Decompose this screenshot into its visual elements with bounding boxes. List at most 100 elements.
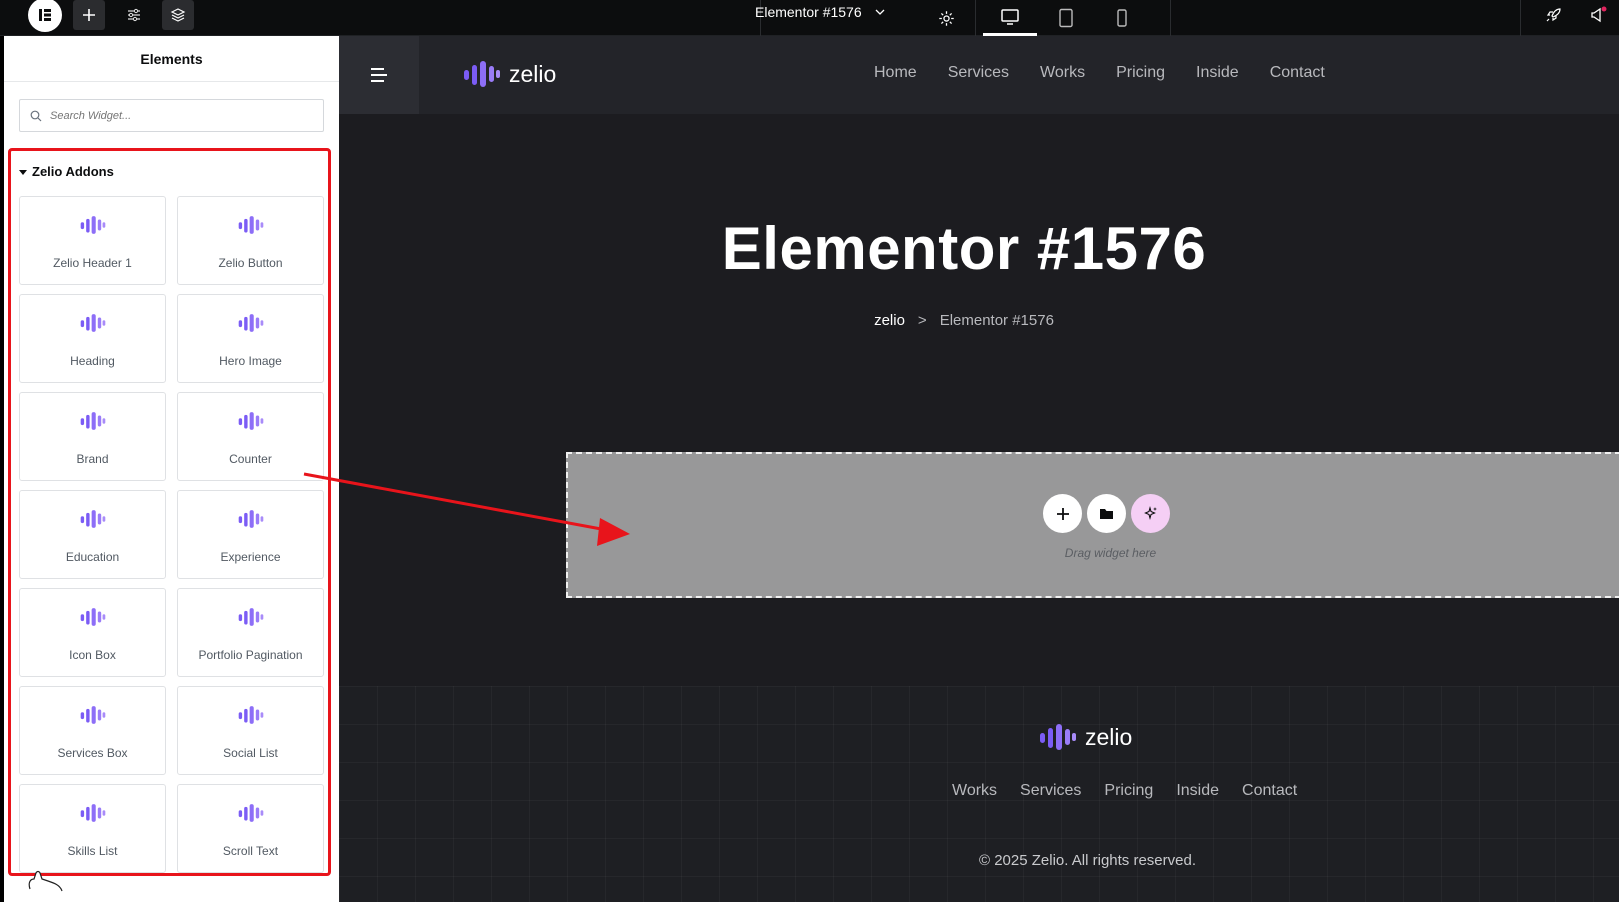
widget-tile-heading[interactable]: Heading [19, 294, 166, 383]
add-element-button[interactable] [73, 0, 105, 30]
zelio-widget-icon [80, 607, 106, 632]
plus-icon [83, 9, 95, 21]
nav-link-works[interactable]: Works [1040, 64, 1085, 82]
sparkle-icon [1144, 506, 1157, 521]
menu-toggle-button[interactable] [339, 36, 419, 114]
site-settings-button[interactable] [118, 0, 150, 30]
device-mobile-button[interactable] [1095, 0, 1149, 36]
widget-tile-brand[interactable]: Brand [19, 392, 166, 481]
widget-label: Skills List [67, 844, 118, 858]
widget-tile-experience[interactable]: Experience [177, 490, 324, 579]
topbar-divider [1520, 0, 1521, 36]
mobile-icon [1117, 9, 1127, 27]
widget-tile-scroll-text[interactable]: Scroll Text [177, 784, 324, 873]
widget-tile-social-list[interactable]: Social List [177, 686, 324, 775]
search-widget-field[interactable] [19, 99, 324, 132]
editor-topbar: Elementor #1576 [0, 0, 1619, 36]
topbar-divider [975, 0, 976, 36]
nav-link-inside[interactable]: Inside [1196, 64, 1239, 82]
search-widget-input[interactable] [50, 109, 300, 122]
device-desktop-button[interactable] [983, 0, 1037, 36]
footer-link-inside[interactable]: Inside [1176, 782, 1219, 800]
chevron-down-icon [875, 9, 885, 15]
widget-tile-portfolio-pagination[interactable]: Portfolio Pagination [177, 588, 324, 677]
page-settings-button[interactable] [930, 3, 962, 33]
zelio-widget-icon [238, 411, 264, 436]
gear-icon [938, 10, 954, 26]
widget-tile-services-box[interactable]: Services Box [19, 686, 166, 775]
zelio-widget-icon [80, 313, 106, 338]
widget-label: Services Box [57, 746, 128, 760]
widget-drop-zone[interactable]: Drag widget here [566, 452, 1619, 598]
logo-text: zelio [509, 60, 557, 87]
rocket-icon [1546, 8, 1561, 22]
elements-panel: Elements Zelio Addons Zelio Header 1Zeli… [4, 36, 339, 902]
widget-tile-counter[interactable]: Counter [177, 392, 324, 481]
breadcrumb-current: Elementor #1576 [939, 312, 1054, 329]
widget-tile-zelio-button[interactable]: Zelio Button [177, 196, 324, 285]
grab-cursor-icon [28, 870, 63, 892]
preview-canvas: zelio Home Services Works Pricing Inside… [339, 36, 1619, 902]
zelio-widget-icon [80, 411, 106, 436]
footer-link-contact[interactable]: Contact [1242, 782, 1297, 800]
elementor-logo-icon[interactable] [28, 0, 62, 32]
page-title: Elementor #1576 [721, 215, 1207, 282]
footer-link-pricing[interactable]: Pricing [1104, 782, 1153, 800]
widget-tile-zelio-header-1[interactable]: Zelio Header 1 [19, 196, 166, 285]
site-logo[interactable]: zelio [463, 60, 556, 88]
widget-tile-icon-box[interactable]: Icon Box [19, 588, 166, 677]
desktop-icon [1001, 8, 1019, 25]
widget-tile-education[interactable]: Education [19, 490, 166, 579]
widget-label: Experience [220, 550, 281, 564]
site-navigation: Home Services Works Pricing Inside Conta… [874, 64, 1325, 82]
site-header: zelio Home Services Works Pricing Inside… [339, 36, 1619, 114]
whats-new-button[interactable] [1583, 0, 1615, 30]
layers-icon [170, 8, 186, 22]
footer-navigation: Works Services Pricing Inside Contact [952, 782, 1297, 800]
widget-tile-hero-image[interactable]: Hero Image [177, 294, 324, 383]
footer-logo[interactable]: zelio [1039, 723, 1132, 751]
nav-link-services[interactable]: Services [948, 64, 1009, 82]
site-footer: zelio Works Services Pricing Inside Cont… [339, 686, 1619, 902]
document-title-dropdown[interactable]: Elementor #1576 [755, 4, 886, 20]
zelio-widget-icon [238, 313, 264, 338]
widget-label: Zelio Button [218, 256, 283, 270]
widget-grid: Zelio Header 1 Zelio Button Heading Hero Im… [19, 196, 324, 873]
add-section-button[interactable] [1043, 494, 1082, 533]
hamburger-icon [371, 68, 387, 82]
zelio-widget-icon [238, 803, 264, 828]
zelio-widget-icon [238, 509, 264, 534]
ai-generate-button[interactable] [1131, 494, 1170, 533]
footer-link-services[interactable]: Services [1020, 782, 1081, 800]
device-tablet-button[interactable] [1039, 0, 1093, 36]
panel-title: Elements [4, 36, 339, 82]
copyright-text: © 2025 Zelio. All rights reserved. [979, 852, 1196, 869]
megaphone-icon [1591, 6, 1607, 23]
widget-label: Counter [229, 452, 272, 466]
drop-zone-hint: Drag widget here [1064, 546, 1157, 560]
breadcrumb-separator: > [917, 312, 927, 329]
widget-label: Education [65, 550, 120, 564]
widget-tile-skills-list[interactable]: Skills List [19, 784, 166, 873]
structure-layers-button[interactable] [162, 0, 194, 30]
breadcrumb-home[interactable]: zelio [874, 312, 905, 329]
nav-link-pricing[interactable]: Pricing [1116, 64, 1165, 82]
zelio-widget-icon [80, 509, 106, 534]
breadcrumb: zelio > Elementor #1576 [339, 312, 1589, 329]
rocket-button[interactable] [1537, 0, 1569, 30]
category-toggle-zelio-addons[interactable]: Zelio Addons [19, 164, 114, 179]
zelio-widget-icon [80, 803, 106, 828]
add-template-button[interactable] [1087, 494, 1126, 533]
widget-label: Heading [70, 354, 115, 368]
zelio-widget-icon [80, 705, 106, 730]
nav-link-home[interactable]: Home [874, 64, 917, 82]
footer-link-works[interactable]: Works [952, 782, 997, 800]
zelio-widget-icon [80, 215, 106, 240]
zelio-widget-icon [238, 215, 264, 240]
nav-link-contact[interactable]: Contact [1270, 64, 1325, 82]
widget-label: Zelio Header 1 [53, 256, 132, 270]
plus-icon [1056, 507, 1069, 520]
search-icon [30, 110, 42, 121]
drop-zone-actions [1043, 494, 1170, 533]
folder-icon [1100, 509, 1113, 519]
